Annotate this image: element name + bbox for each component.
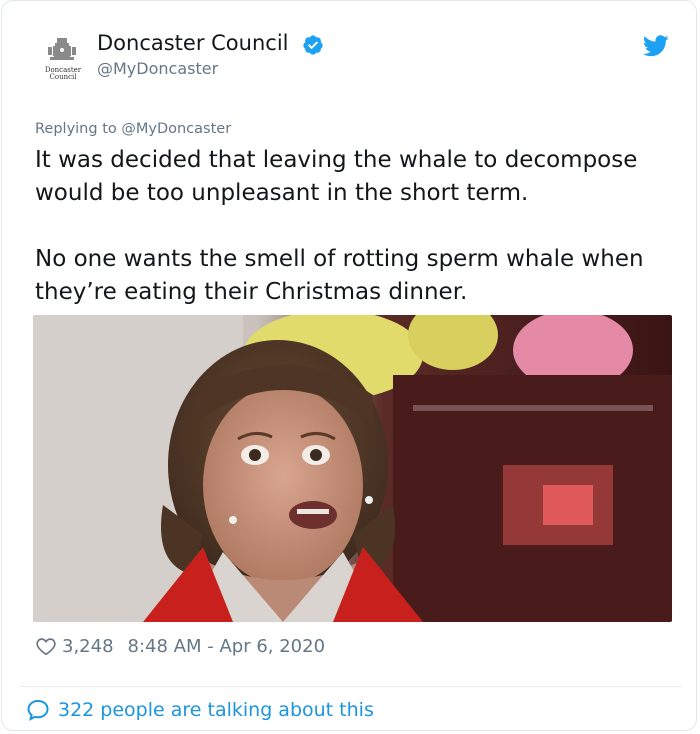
verified-badge-icon bbox=[303, 35, 323, 55]
avatar-caption: Doncaster Council bbox=[35, 67, 91, 81]
divider bbox=[20, 686, 682, 687]
user-handle[interactable]: @MyDoncaster bbox=[97, 59, 218, 78]
heart-icon[interactable] bbox=[35, 635, 57, 657]
avatar-caption-line-2: Council bbox=[49, 73, 77, 81]
replying-to-handle[interactable]: @MyDoncaster bbox=[121, 121, 231, 137]
tweet-paragraph-1: It was decided that leaving the whale to… bbox=[35, 147, 638, 206]
tweet-meta: 3,248 8:48 AM - Apr 6, 2020 bbox=[35, 635, 325, 657]
tweet-photo[interactable] bbox=[33, 315, 672, 622]
talking-link[interactable]: 322 people are talking about this bbox=[26, 698, 374, 722]
speech-bubble-icon bbox=[27, 699, 49, 721]
replying-to-line: Replying to @MyDoncaster bbox=[35, 121, 231, 137]
display-name[interactable]: Doncaster Council bbox=[97, 31, 289, 55]
tweet-text: It was decided that leaving the whale to… bbox=[35, 144, 685, 309]
talking-label[interactable]: 322 people are talking about this bbox=[58, 699, 374, 721]
twitter-bird-icon[interactable] bbox=[643, 35, 669, 57]
timestamp[interactable]: 8:48 AM - Apr 6, 2020 bbox=[128, 636, 326, 657]
like-count[interactable]: 3,248 bbox=[62, 636, 114, 657]
tweet-card: Doncaster Council Doncaster Council @MyD… bbox=[1, 0, 697, 731]
tweet-paragraph-2: No one wants the smell of rotting sperm … bbox=[35, 246, 644, 305]
replying-to-prefix: Replying to bbox=[35, 121, 122, 137]
